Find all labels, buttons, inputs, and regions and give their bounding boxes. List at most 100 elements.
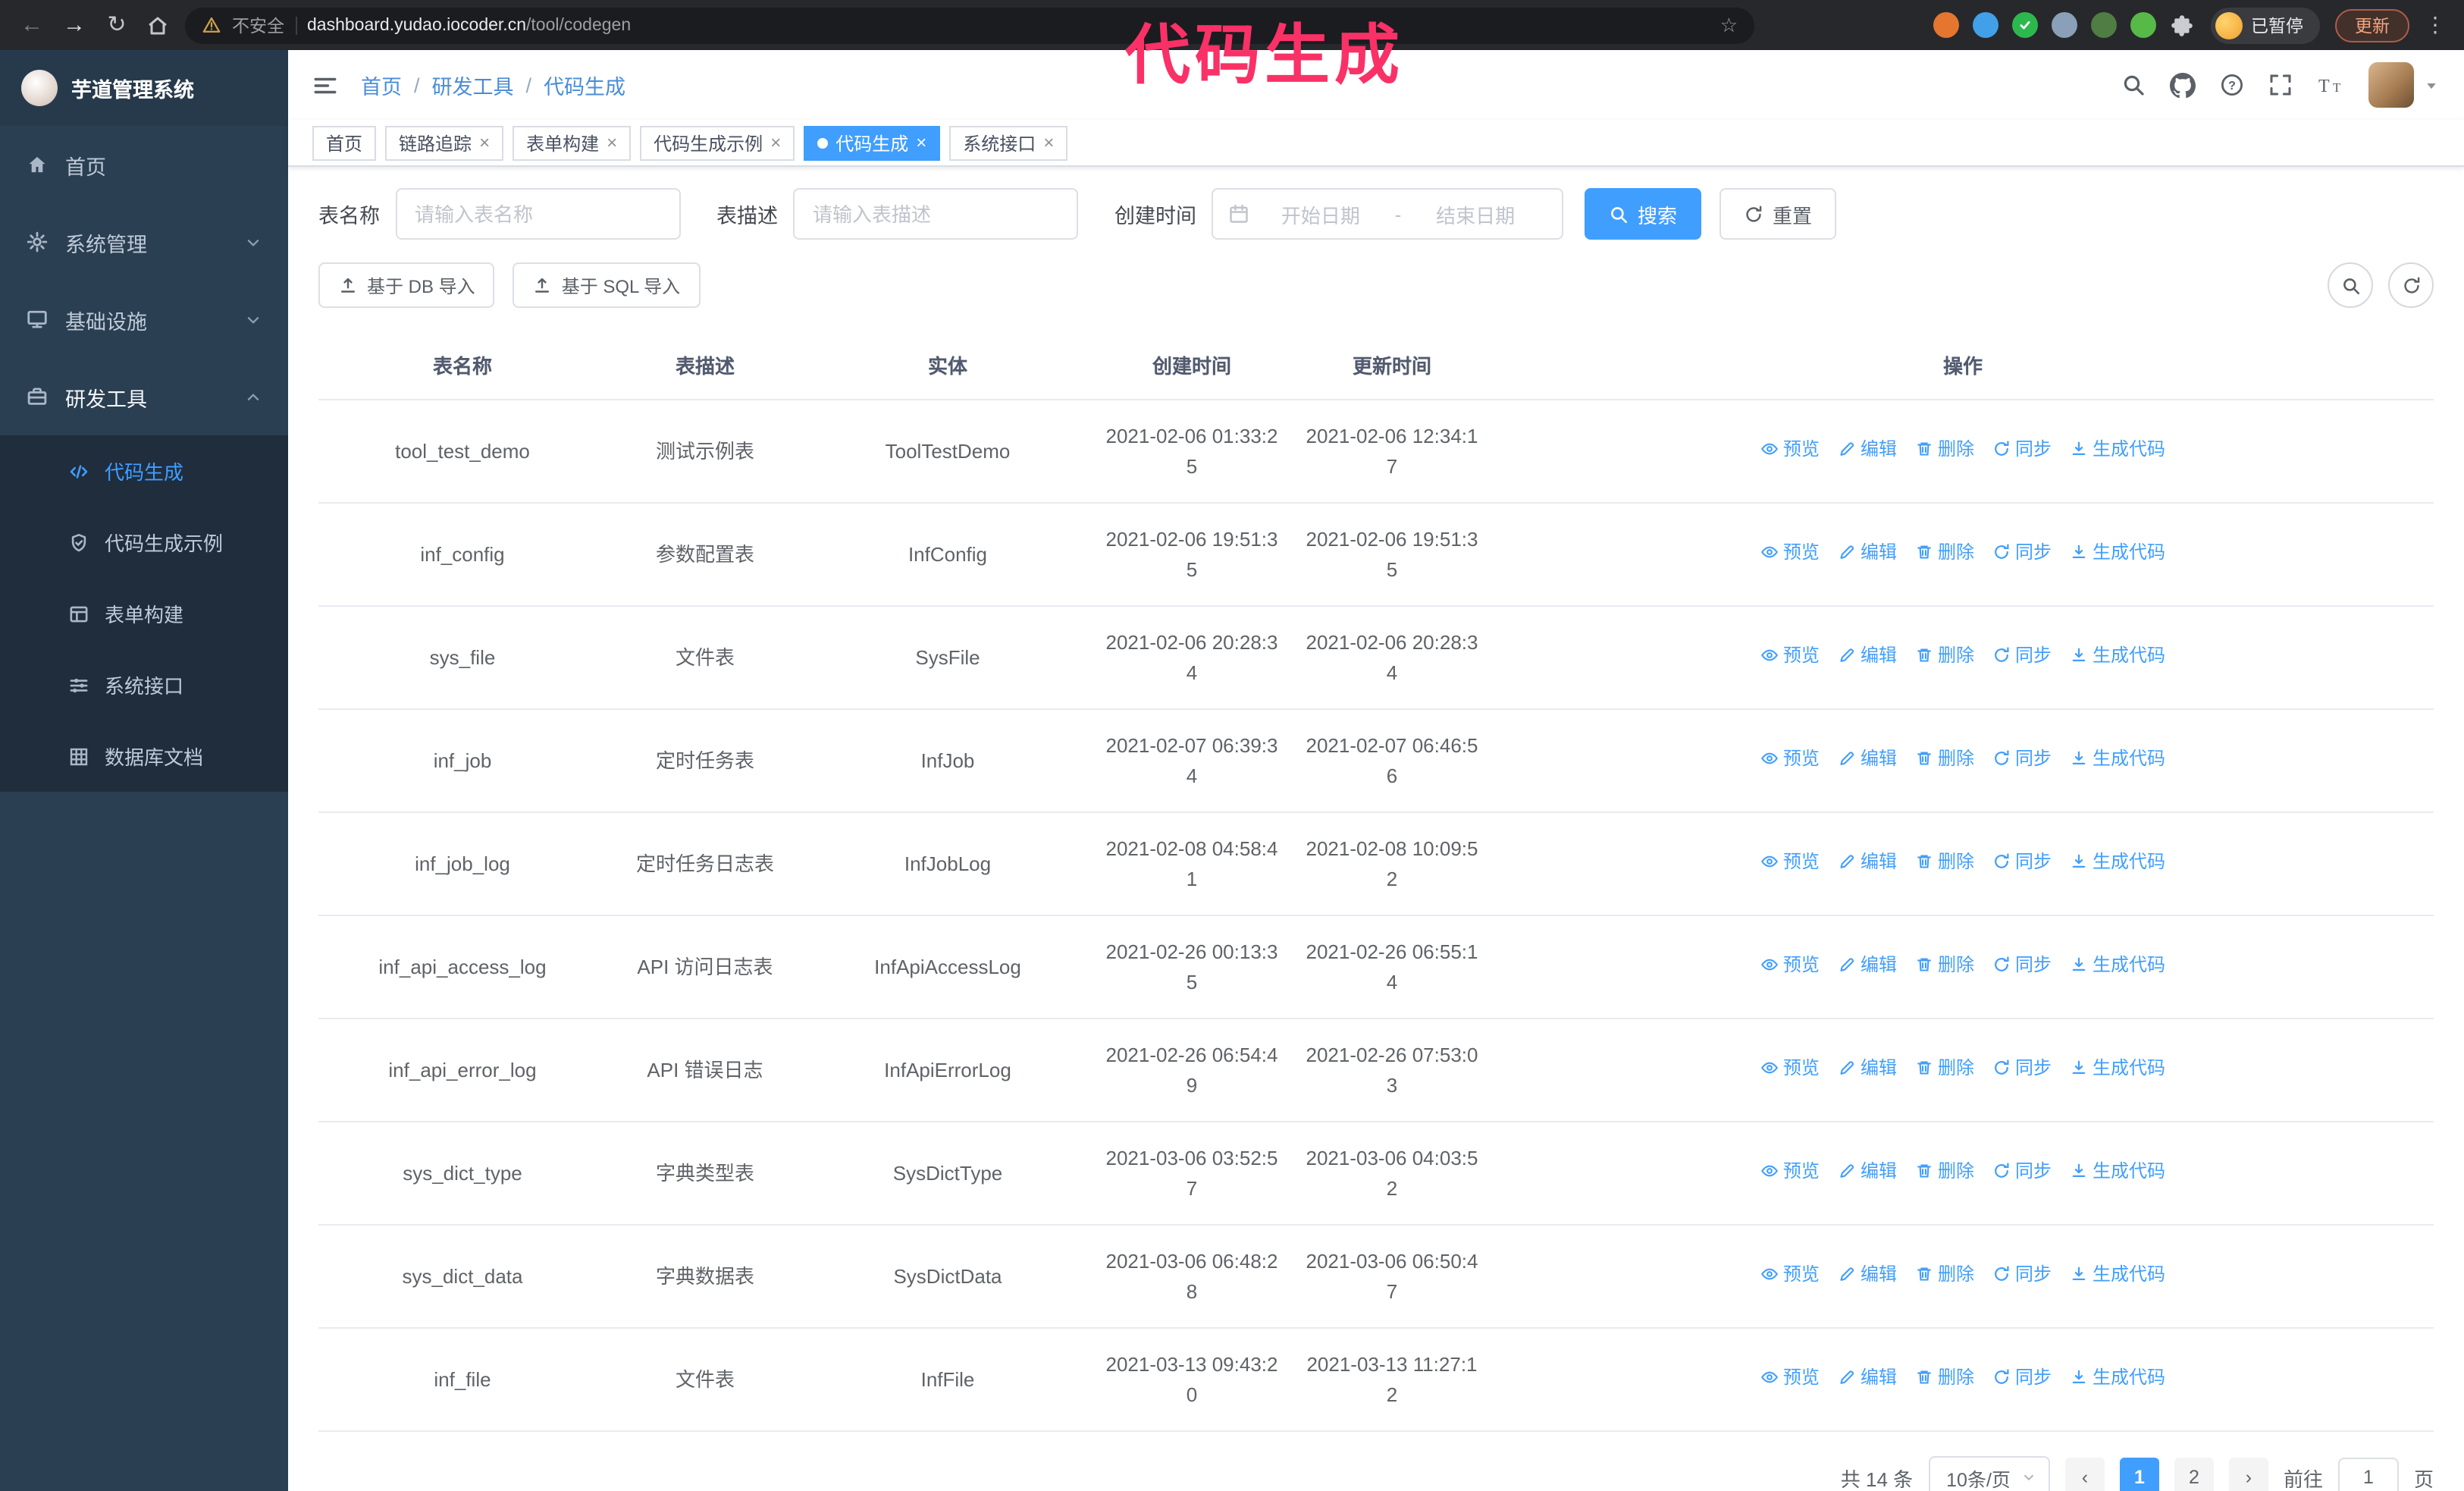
row-action-preview[interactable]: 预览 <box>1760 1158 1820 1185</box>
close-tab-icon[interactable]: × <box>479 133 490 152</box>
row-action-preview[interactable]: 预览 <box>1760 952 1820 979</box>
sidebar-item-home[interactable]: 首页 <box>0 126 288 203</box>
search-toggle-button[interactable] <box>2328 262 2373 308</box>
row-action-generate[interactable]: 生成代码 <box>2070 539 2165 567</box>
row-action-sync[interactable]: 同步 <box>1992 1158 2052 1185</box>
row-action-edit[interactable]: 编辑 <box>1838 1261 1897 1289</box>
row-action-preview[interactable]: 预览 <box>1760 746 1820 773</box>
bookmark-star-icon[interactable]: ☆ <box>1720 13 1738 37</box>
browser-menu-button[interactable]: ⋮ <box>2425 12 2446 38</box>
row-action-sync[interactable]: 同步 <box>1992 436 2052 463</box>
row-action-edit[interactable]: 编辑 <box>1838 539 1897 567</box>
row-action-edit[interactable]: 编辑 <box>1838 1364 1897 1392</box>
sidebar-item-infra[interactable]: 基础设施 <box>0 281 288 358</box>
leaf-extension-icon[interactable] <box>2130 12 2155 38</box>
goto-page-input[interactable] <box>2337 1458 2399 1491</box>
browser-forward-button[interactable]: → <box>61 14 88 36</box>
row-action-delete[interactable]: 删除 <box>1915 849 1974 876</box>
font-size-icon[interactable]: TT <box>2317 73 2344 97</box>
row-action-edit[interactable]: 编辑 <box>1838 1158 1897 1185</box>
chevron-down-icon[interactable] <box>2423 77 2440 93</box>
tab-form-builder[interactable]: 表单构建 × <box>513 125 632 160</box>
browser-profile-button[interactable]: 已暂停 <box>2210 7 2320 43</box>
row-action-edit[interactable]: 编辑 <box>1838 952 1897 979</box>
close-tab-icon[interactable]: × <box>607 133 617 152</box>
row-action-sync[interactable]: 同步 <box>1992 1364 2052 1392</box>
github-icon[interactable] <box>2170 72 2196 98</box>
tab-system-api[interactable]: 系统接口 × <box>949 125 1068 160</box>
row-action-generate[interactable]: 生成代码 <box>2070 436 2165 463</box>
sidebar-item-db-doc[interactable]: 数据库文档 <box>0 720 288 792</box>
row-action-sync[interactable]: 同步 <box>1992 1261 2052 1289</box>
row-action-preview[interactable]: 预览 <box>1760 642 1820 670</box>
date-range-picker[interactable]: 开始日期 - 结束日期 <box>1212 188 1563 240</box>
row-action-sync[interactable]: 同步 <box>1992 642 2052 670</box>
row-action-sync[interactable]: 同步 <box>1992 1055 2052 1082</box>
sprout-extension-icon[interactable] <box>2090 12 2116 38</box>
help-icon[interactable]: ? <box>2220 73 2244 97</box>
address-bar[interactable]: 不安全 dashboard.yudao.iocoder.cn/tool/code… <box>185 7 1754 43</box>
row-action-preview[interactable]: 预览 <box>1760 1055 1820 1082</box>
search-button[interactable]: 搜索 <box>1585 188 1702 240</box>
tab-tracer[interactable]: 链路追踪 × <box>385 125 504 160</box>
table-desc-input[interactable] <box>793 188 1078 240</box>
close-tab-icon[interactable]: × <box>1043 133 1054 152</box>
sidebar-item-codegen-example[interactable]: 代码生成示例 <box>0 507 288 578</box>
tab-home[interactable]: 首页 <box>312 125 377 160</box>
row-action-preview[interactable]: 预览 <box>1760 1261 1820 1289</box>
puzzle-extension-icon[interactable] <box>2169 12 2195 38</box>
row-action-delete[interactable]: 删除 <box>1915 1364 1974 1392</box>
row-action-preview[interactable]: 预览 <box>1760 539 1820 567</box>
next-page-button[interactable]: › <box>2228 1458 2268 1491</box>
row-action-delete[interactable]: 删除 <box>1915 952 1974 979</box>
app-logo[interactable]: 芋道管理系统 <box>0 50 288 126</box>
browser-reload-button[interactable]: ↻ <box>103 14 130 36</box>
table-name-input[interactable] <box>395 188 680 240</box>
fullscreen-icon[interactable] <box>2268 73 2293 97</box>
row-action-preview[interactable]: 预览 <box>1760 436 1820 463</box>
row-action-sync[interactable]: 同步 <box>1992 539 2052 567</box>
search-icon[interactable] <box>2121 73 2146 97</box>
import-db-button[interactable]: 基于 DB 导入 <box>318 262 495 308</box>
close-tab-icon[interactable]: × <box>770 133 781 152</box>
row-action-generate[interactable]: 生成代码 <box>2070 1261 2165 1289</box>
row-action-preview[interactable]: 预览 <box>1760 849 1820 876</box>
reset-button[interactable]: 重置 <box>1719 188 1837 240</box>
row-action-edit[interactable]: 编辑 <box>1838 642 1897 670</box>
row-action-sync[interactable]: 同步 <box>1992 952 2052 979</box>
row-action-delete[interactable]: 删除 <box>1915 436 1974 463</box>
row-action-delete[interactable]: 删除 <box>1915 746 1974 773</box>
row-action-delete[interactable]: 删除 <box>1915 1055 1974 1082</box>
row-action-delete[interactable]: 删除 <box>1915 1158 1974 1185</box>
check-extension-icon[interactable] <box>2011 12 2037 38</box>
user-avatar[interactable] <box>2368 62 2414 108</box>
close-tab-icon[interactable]: × <box>916 133 926 152</box>
tab-codegen[interactable]: 代码生成 × <box>804 125 941 160</box>
fox-extension-icon[interactable] <box>1933 12 1958 38</box>
breadcrumb-item[interactable]: 代码生成 <box>544 70 625 100</box>
row-action-edit[interactable]: 编辑 <box>1838 1055 1897 1082</box>
row-action-generate[interactable]: 生成代码 <box>2070 642 2165 670</box>
date-end-placeholder[interactable]: 结束日期 <box>1404 199 1547 228</box>
page-button-2[interactable]: 2 <box>2174 1458 2214 1491</box>
sidebar-toggle-button[interactable] <box>312 72 338 98</box>
browser-update-button[interactable]: 更新 <box>2335 8 2409 42</box>
sidebar-item-devtools[interactable]: 研发工具 <box>0 358 288 435</box>
drop-extension-icon[interactable] <box>1972 12 1998 38</box>
import-sql-button[interactable]: 基于 SQL 导入 <box>513 262 701 308</box>
browser-back-button[interactable]: ← <box>18 14 45 36</box>
sidebar-item-system-api[interactable]: 系统接口 <box>0 649 288 720</box>
people-extension-icon[interactable] <box>2051 12 2077 38</box>
refresh-table-button[interactable] <box>2388 262 2434 308</box>
breadcrumb-item[interactable]: 研发工具 <box>432 70 514 100</box>
breadcrumb-item[interactable]: 首页 <box>361 70 402 100</box>
tab-codegen-example[interactable]: 代码生成示例 × <box>640 125 795 160</box>
row-action-edit[interactable]: 编辑 <box>1838 436 1897 463</box>
row-action-edit[interactable]: 编辑 <box>1838 746 1897 773</box>
prev-page-button[interactable]: ‹ <box>2064 1458 2105 1491</box>
page-size-select[interactable]: 10条/页 <box>1928 1456 2050 1491</box>
row-action-generate[interactable]: 生成代码 <box>2070 1158 2165 1185</box>
page-button-1[interactable]: 1 <box>2119 1458 2159 1491</box>
row-action-generate[interactable]: 生成代码 <box>2070 1364 2165 1392</box>
row-action-delete[interactable]: 删除 <box>1915 539 1974 567</box>
